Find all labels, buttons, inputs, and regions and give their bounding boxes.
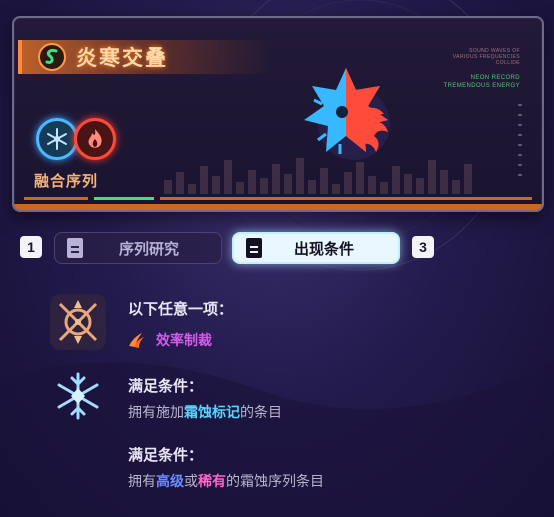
- progress-segment: [160, 197, 532, 200]
- snowflake-icon: [36, 118, 78, 160]
- tab-label: 序列研究: [119, 240, 180, 258]
- frost-snowflake-icon: [57, 372, 99, 420]
- condition-text: 拥有施加霜蚀标记的条目: [128, 402, 282, 422]
- card-bottom-bar: [14, 204, 542, 210]
- condition-text-part: 的霜蚀序列条目: [226, 473, 324, 489]
- condition-heading: 满足条件：: [128, 447, 204, 464]
- condition-text-part: 或: [184, 473, 198, 489]
- crossbow-icon: [50, 294, 106, 350]
- fusion-label: 融合序列: [34, 173, 99, 190]
- card-title: 炎寒交叠: [76, 47, 168, 70]
- claw-trait-icon: [129, 333, 144, 348]
- trait-label: 效率制裁: [156, 332, 212, 348]
- document-icon: [67, 238, 83, 258]
- side-ticks: [518, 104, 522, 184]
- tab-appear-conditions[interactable]: 出现条件: [232, 232, 400, 264]
- tab-label: 出现条件: [294, 240, 355, 258]
- trait-requirement[interactable]: 效率制裁: [126, 330, 212, 350]
- condition-text-part: 拥有施加: [128, 404, 184, 420]
- document-icon: [246, 238, 262, 258]
- progress-segment: [24, 197, 88, 200]
- sequence-s-icon: [38, 43, 66, 71]
- condition-text-part: 拥有: [128, 473, 156, 489]
- rarity-rare-highlight: 稀有: [198, 473, 226, 489]
- fusion-card: 炎寒交叠 SOUND WAVES OF VARIOUS FREQUENCIES …: [12, 16, 544, 212]
- side-caption: SOUND WAVES OF VARIOUS FREQUENCIES COLLI…: [444, 48, 520, 90]
- condition-text: 拥有高级或稀有的霜蚀序列条目: [128, 471, 324, 491]
- side-caption-green: TREMENDOUS ENERGY: [443, 83, 520, 89]
- progress-segment-active: [94, 197, 154, 200]
- rarity-advanced-highlight: 高级: [156, 473, 184, 489]
- tab-prev-key-hint[interactable]: 1: [20, 236, 42, 258]
- condition-text-part: 的条目: [240, 404, 282, 420]
- side-caption-green: NEON RECORD: [470, 75, 520, 81]
- tab-next-key-hint[interactable]: 3: [412, 236, 434, 258]
- tab-sequence-research[interactable]: 序列研究: [54, 232, 222, 264]
- frost-mark-highlight: 霜蚀标记: [184, 404, 240, 420]
- condition-heading: 满足条件：: [128, 378, 204, 395]
- condition-heading: 以下任意一项：: [128, 301, 234, 318]
- flame-icon: [74, 118, 116, 160]
- ice-fire-emblem-icon: [304, 68, 390, 160]
